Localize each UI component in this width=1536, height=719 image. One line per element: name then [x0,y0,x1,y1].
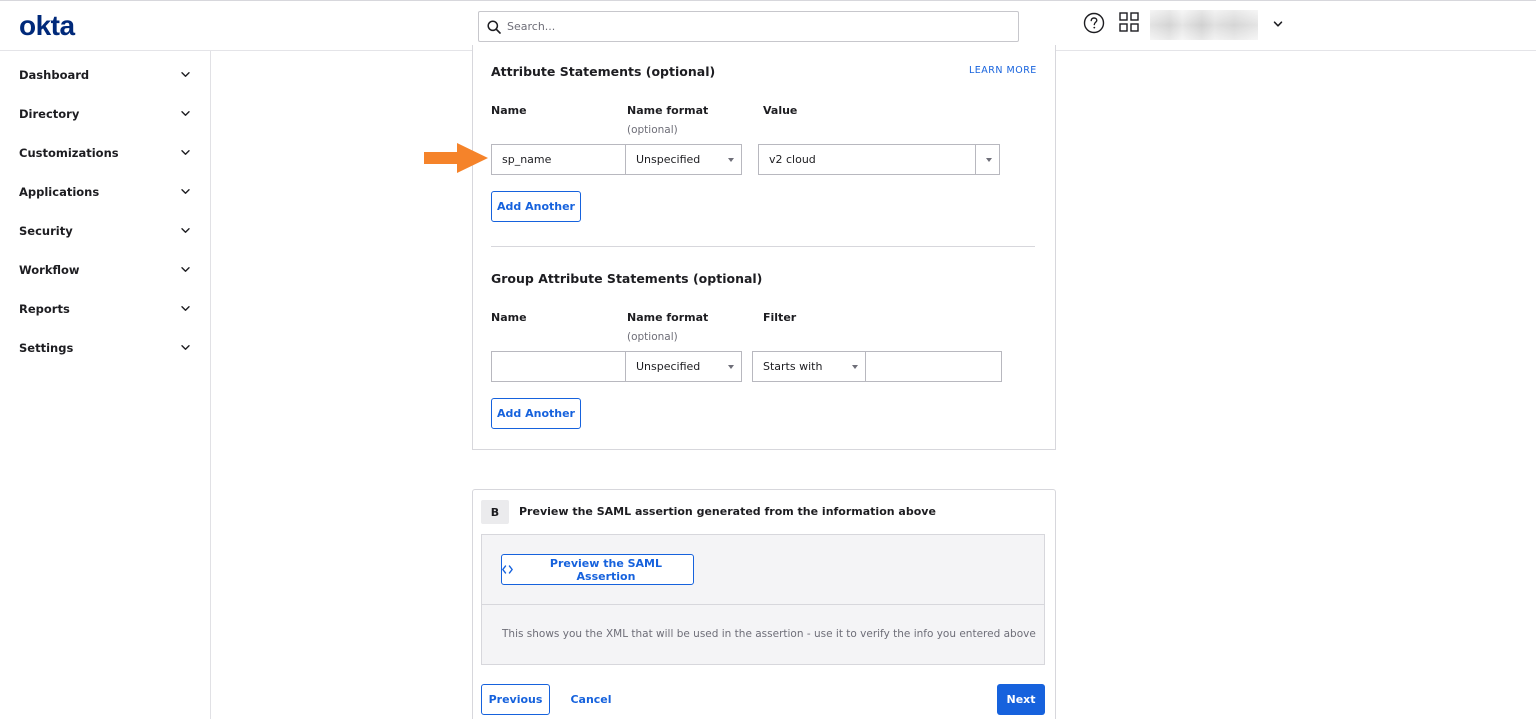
sidebar-item-label: Dashboard [19,67,90,82]
chevron-down-icon [181,189,190,194]
group-column-filter-label: Filter [763,311,797,324]
dropdown-caret-icon [852,365,858,369]
preview-section-title: Preview the SAML assertion generated fro… [519,505,936,518]
dropdown-caret-icon [728,365,734,369]
chevron-down-icon [181,150,190,155]
chevron-down-icon [181,267,190,272]
orange-arrow-annotation [424,143,488,173]
sidebar-item-workflow[interactable]: Workflow [0,250,210,289]
group-name-format-select[interactable]: Unspecified [625,351,742,382]
sidebar: Dashboard Directory Customizations Appli… [0,51,211,719]
sidebar-item-label: Security [19,223,73,238]
sidebar-item-label: Applications [19,184,100,199]
chevron-down-icon [181,306,190,311]
sidebar-item-label: Customizations [19,145,119,160]
chevron-down-icon [181,72,190,77]
section-divider [491,246,1035,247]
group-column-name-format-optional: (optional) [627,331,678,343]
code-brackets-icon [502,565,513,574]
dropdown-caret-icon [986,158,992,162]
sidebar-item-directory[interactable]: Directory [0,94,210,133]
chevron-down-icon[interactable] [1272,18,1284,30]
preview-help-text: This shows you the XML that will be used… [502,628,1036,640]
help-circle-icon[interactable] [1083,12,1105,34]
group-filter-value-input[interactable] [865,351,1002,382]
preview-saml-assertion-label: Preview the SAML Assertion [549,556,663,583]
next-button[interactable]: Next [997,684,1045,715]
search-box[interactable] [478,11,1019,42]
sidebar-item-label: Directory [19,106,80,121]
group-filter-type-select[interactable]: Starts with [752,351,866,382]
top-bar: okta [0,0,1536,51]
group-filter-type-value: Starts with [763,360,823,373]
group-column-name-label: Name [491,311,527,324]
chevron-down-icon [181,111,190,116]
dropdown-caret-icon [728,158,734,162]
apps-grid-icon[interactable] [1119,12,1139,32]
group-attribute-name-input[interactable] [491,351,626,382]
chevron-down-icon [181,345,190,350]
add-another-attribute-button[interactable]: Add Another [491,191,581,222]
attribute-value-field[interactable]: v2 cloud [758,144,976,175]
column-name-format-optional: (optional) [627,124,678,136]
step-badge: B [481,500,509,524]
column-name-label: Name [491,104,527,117]
sidebar-item-label: Workflow [19,262,80,277]
attribute-value-dropdown-toggle[interactable] [975,144,1000,175]
previous-button[interactable]: Previous [481,684,550,715]
sidebar-item-dashboard[interactable]: Dashboard [0,55,210,94]
user-menu-blurred[interactable] [1150,10,1258,40]
okta-logo[interactable]: okta [19,10,75,42]
preview-saml-assertion-button[interactable]: Preview the SAML Assertion [501,554,694,585]
group-column-name-format-label: Name format [627,311,709,324]
cancel-button[interactable]: Cancel [565,684,617,715]
sidebar-item-settings[interactable]: Settings [0,328,210,367]
attribute-name-input[interactable] [491,144,626,175]
chevron-down-icon [181,228,190,233]
search-icon [487,19,501,34]
column-name-format-label: Name format [627,104,709,117]
group-name-format-value: Unspecified [636,360,701,373]
sidebar-item-customizations[interactable]: Customizations [0,133,210,172]
column-value-label: Value [763,104,798,117]
sidebar-item-label: Reports [19,301,70,316]
attribute-value-text: v2 cloud [769,153,816,166]
sidebar-item-label: Settings [19,340,74,355]
group-attribute-statements-title: Group Attribute Statements (optional) [491,271,763,286]
sidebar-item-reports[interactable]: Reports [0,289,210,328]
attribute-name-format-value: Unspecified [636,153,701,166]
learn-more-link[interactable]: LEARN MORE [969,65,1037,76]
attribute-statements-title: Attribute Statements (optional) [491,64,716,79]
add-another-group-attribute-button[interactable]: Add Another [491,398,581,429]
sidebar-item-security[interactable]: Security [0,211,210,250]
preview-box-divider [481,604,1045,605]
search-input[interactable] [507,20,987,33]
attribute-name-format-select[interactable]: Unspecified [625,144,742,175]
sidebar-item-applications[interactable]: Applications [0,172,210,211]
